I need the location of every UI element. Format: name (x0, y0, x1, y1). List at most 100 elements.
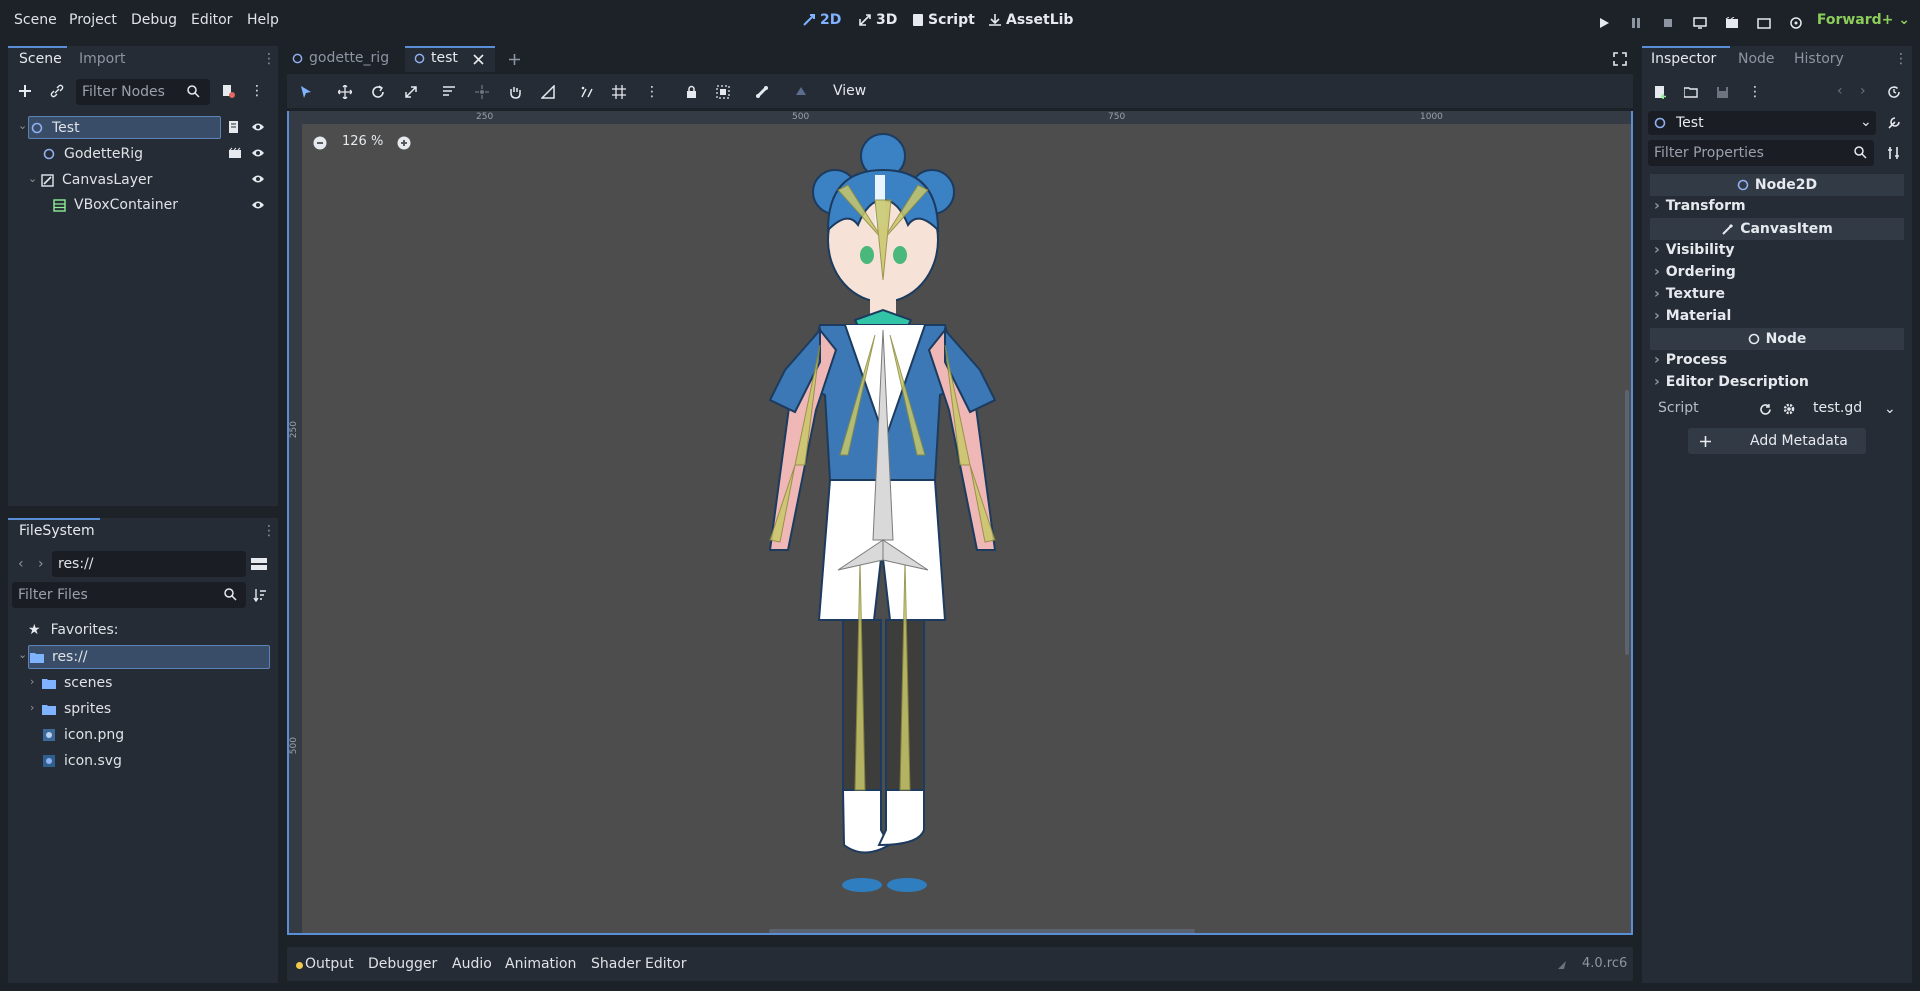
scene-node-canvaslayer[interactable]: CanvasLayer (40, 168, 152, 192)
object-history-icon[interactable] (1886, 84, 1902, 100)
remote-debug-icon[interactable] (1689, 12, 1711, 34)
dock-menu-icon[interactable]: ⋮ (262, 51, 276, 67)
save-icon[interactable] (1714, 84, 1730, 100)
close-icon[interactable] (471, 52, 485, 66)
movie-maker-icon[interactable] (1785, 12, 1807, 34)
add-node-icon[interactable] (16, 82, 34, 100)
chevron-right-icon[interactable]: › (30, 675, 34, 688)
tab-import[interactable]: Import (79, 51, 125, 67)
grid-snap-icon[interactable] (610, 83, 628, 101)
file-item-icon-png[interactable]: icon.png (42, 723, 124, 747)
list-select-icon[interactable] (440, 83, 458, 101)
scene-instance-icon[interactable] (227, 146, 243, 160)
revert-icon[interactable] (1758, 402, 1772, 416)
move-mode-icon[interactable] (336, 83, 354, 101)
zoom-in-icon[interactable] (396, 135, 412, 151)
menu-editor[interactable]: Editor (191, 12, 232, 28)
tab-shader-editor[interactable]: Shader Editor (591, 956, 686, 972)
tab-inspector[interactable]: Inspector (1651, 51, 1716, 67)
gear-icon[interactable] (1782, 402, 1796, 416)
category-ordering[interactable]: › Ordering (1654, 264, 1736, 280)
scene-node-test[interactable]: Test (30, 116, 80, 140)
filter-files-input[interactable]: Filter Files (12, 582, 246, 608)
inspector-menu-icon[interactable]: ⋮ (1748, 83, 1762, 101)
back-icon[interactable]: ‹ (18, 556, 24, 572)
link-icon[interactable] (48, 82, 66, 100)
dock-menu-icon[interactable]: ⋮ (1894, 51, 1908, 67)
ruler-icon[interactable] (539, 83, 557, 101)
file-item-scenes[interactable]: scenes (42, 671, 112, 695)
workspace-2d-button[interactable]: 2D (802, 12, 841, 28)
add-tab-icon[interactable] (506, 51, 522, 67)
pause-icon[interactable] (1625, 12, 1647, 34)
play-icon[interactable] (1593, 12, 1615, 34)
sort-icon[interactable] (252, 587, 268, 603)
tab-filesystem[interactable]: FileSystem (19, 523, 95, 539)
menu-debug[interactable]: Debug (131, 12, 177, 28)
tab-scene[interactable]: Scene (19, 51, 62, 67)
zoom-level[interactable]: 126 % (342, 134, 383, 149)
file-item-icon-svg[interactable]: icon.svg (42, 749, 122, 773)
chevron-down-icon[interactable]: ⌄ (18, 119, 27, 132)
chevron-down-icon[interactable]: ⌄ (18, 648, 27, 661)
character-sprite[interactable] (670, 130, 1090, 910)
tab-godette-rig[interactable]: godette_rig (292, 50, 389, 66)
renderer-selector[interactable]: Forward+ ⌄ (1817, 12, 1910, 28)
dock-menu-icon[interactable]: ⋮ (262, 523, 276, 539)
category-process[interactable]: › Process (1654, 352, 1727, 368)
chevron-down-icon[interactable]: ⌄ (28, 172, 37, 185)
scene-node-vboxcontainer[interactable]: VBoxContainer (52, 193, 178, 217)
add-metadata-button[interactable]: Add Metadata (1688, 428, 1866, 454)
tab-animation[interactable]: Animation (505, 956, 576, 972)
scene-node-godetterig[interactable]: GodetteRig (42, 142, 143, 166)
lock-icon[interactable] (682, 83, 700, 101)
menu-project[interactable]: Project (69, 12, 117, 28)
visibility-eye-icon[interactable] (250, 172, 266, 186)
tab-history[interactable]: History (1794, 51, 1844, 67)
play-custom-scene-icon[interactable] (1753, 12, 1775, 34)
object-tools-icon[interactable] (1886, 115, 1902, 131)
category-visibility[interactable]: › Visibility (1654, 242, 1735, 258)
tab-debugger[interactable]: Debugger (368, 956, 437, 972)
split-mode-icon[interactable] (251, 556, 267, 572)
view-menu[interactable]: View (833, 83, 866, 99)
category-texture[interactable]: › Texture (1654, 286, 1725, 302)
script-attached-icon[interactable] (227, 119, 241, 135)
scale-mode-icon[interactable] (402, 83, 420, 101)
remote-scene-icon[interactable] (220, 83, 236, 99)
chevron-right-icon[interactable]: › (30, 701, 34, 714)
visibility-eye-icon[interactable] (250, 146, 266, 160)
tab-audio[interactable]: Audio (452, 956, 492, 972)
forward-icon[interactable]: › (38, 556, 44, 572)
object-selector[interactable]: Test (1648, 111, 1876, 135)
visibility-eye-icon[interactable] (250, 198, 266, 212)
rotate-mode-icon[interactable] (369, 83, 387, 101)
smart-snap-icon[interactable] (578, 83, 596, 101)
tab-output[interactable]: Output (305, 956, 354, 972)
filter-properties-input[interactable]: Filter Properties (1648, 140, 1874, 166)
tab-test[interactable]: test (414, 50, 458, 66)
menu-help[interactable]: Help (247, 12, 279, 28)
category-material[interactable]: › Material (1654, 308, 1731, 324)
menu-scene[interactable]: Scene (14, 12, 57, 28)
property-settings-icon[interactable] (1886, 145, 1902, 161)
workspace-script-button[interactable]: Script (912, 12, 975, 28)
snap-options-icon[interactable]: ⋮ (643, 83, 661, 101)
history-back-icon[interactable]: ‹ (1837, 83, 1843, 99)
group-icon[interactable] (714, 83, 732, 101)
new-resource-icon[interactable] (1652, 84, 1668, 100)
pan-icon[interactable] (506, 83, 524, 101)
distraction-free-icon[interactable] (1612, 51, 1628, 67)
path-field[interactable]: res:// (52, 551, 246, 577)
scene-menu-icon[interactable]: ⋮ (250, 82, 264, 100)
zoom-out-icon[interactable] (312, 135, 328, 151)
horizontal-scrollbar[interactable] (769, 929, 1195, 933)
skeleton-icon[interactable] (753, 83, 771, 101)
tab-node[interactable]: Node (1738, 51, 1775, 67)
file-item-sprites[interactable]: sprites (42, 697, 111, 721)
play-scene-icon[interactable] (1721, 12, 1743, 34)
stop-icon[interactable] (1657, 12, 1679, 34)
open-folder-icon[interactable] (1683, 84, 1699, 100)
category-transform[interactable]: › Transform (1654, 198, 1746, 214)
file-item-res[interactable]: res:// (30, 645, 88, 669)
